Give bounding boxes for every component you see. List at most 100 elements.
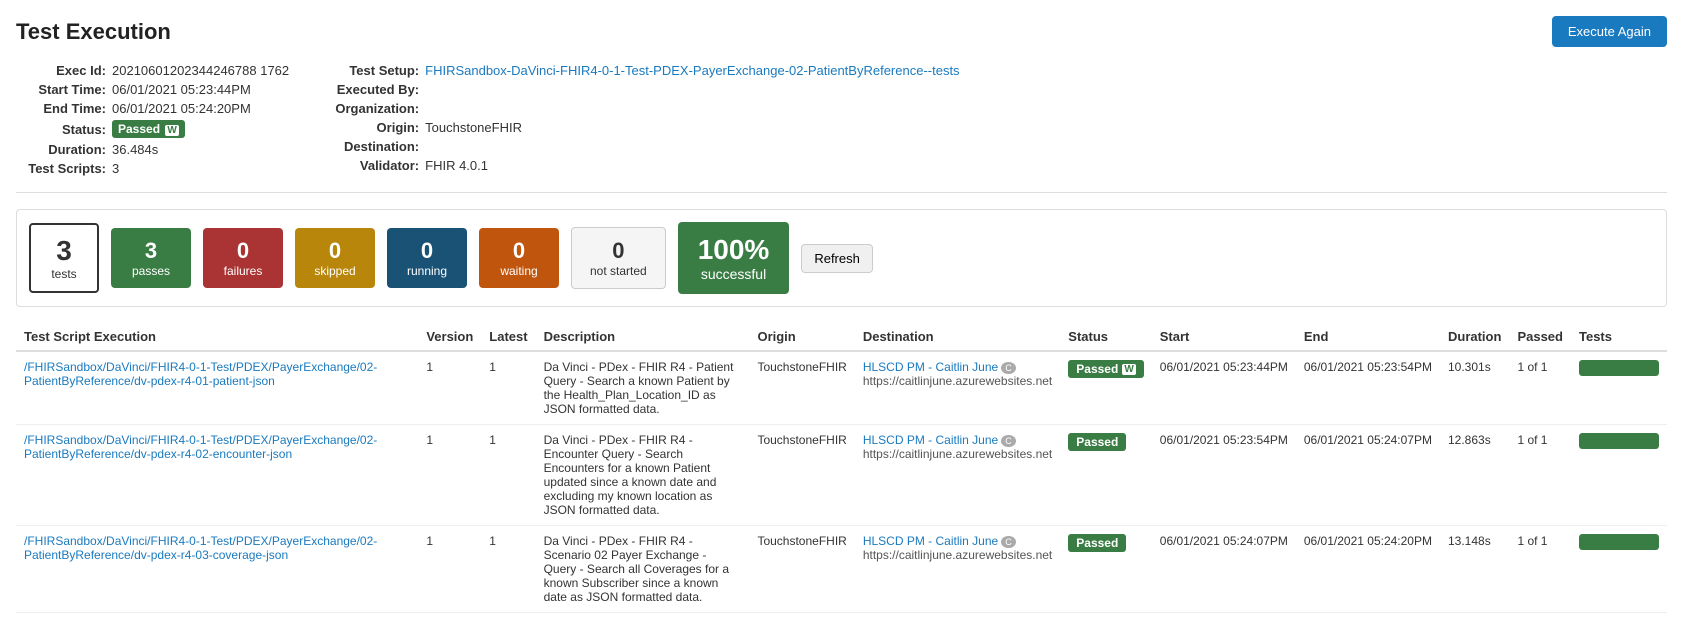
execute-again-button[interactable]: Execute Again [1552, 16, 1667, 47]
organization-label: Organization: [329, 101, 419, 116]
cell-origin: TouchstoneFHIR [749, 425, 854, 526]
cell-origin: TouchstoneFHIR [749, 526, 854, 613]
col-version: Version [418, 323, 481, 351]
progress-bar-fill [1579, 534, 1659, 550]
col-passed: Passed [1509, 323, 1571, 351]
organization-row: Organization: [329, 101, 959, 116]
meta-right: Test Setup: FHIRSandbox-DaVinci-FHIR4-0-… [329, 63, 959, 176]
cell-status: Passed W [1060, 351, 1151, 425]
col-script: Test Script Execution [16, 323, 418, 351]
page-header: Test Execution Execute Again [16, 16, 1667, 47]
start-time-row: Start Time: 06/01/2021 05:23:44PM [16, 82, 289, 97]
running-box: 0 running [387, 228, 467, 288]
progress-bar-container [1579, 360, 1659, 376]
c-badge: C [1001, 435, 1016, 447]
start-time-value: 06/01/2021 05:23:44PM [112, 82, 251, 97]
cell-passed: 1 of 1 [1509, 351, 1571, 425]
total-tests-label: tests [51, 267, 76, 281]
skipped-label: skipped [314, 264, 355, 278]
cell-tests [1571, 351, 1667, 425]
duration-label: Duration: [16, 142, 106, 157]
skipped-number: 0 [329, 238, 341, 264]
cell-destination: HLSCD PM - Caitlin JuneChttps://caitlinj… [855, 526, 1060, 613]
waiting-box: 0 waiting [479, 228, 559, 288]
cell-version: 1 [418, 351, 481, 425]
destination-url: https://caitlinjune.azurewebsites.net [863, 548, 1052, 562]
destination-url: https://caitlinjune.azurewebsites.net [863, 374, 1052, 388]
passes-box: 3 passes [111, 228, 191, 288]
cell-start: 06/01/2021 05:23:44PM [1152, 351, 1296, 425]
col-tests: Tests [1571, 323, 1667, 351]
cell-description: Da Vinci - PDex - FHIR R4 - Scenario 02 … [536, 526, 750, 613]
not-started-number: 0 [612, 238, 624, 264]
script-link[interactable]: /FHIRSandbox/DaVinci/FHIR4-0-1-Test/PDEX… [24, 433, 377, 461]
cell-status: Passed [1060, 526, 1151, 613]
start-time-label: Start Time: [16, 82, 106, 97]
not-started-box: 0 not started [571, 227, 666, 289]
cell-duration: 12.863s [1440, 425, 1509, 526]
cell-destination: HLSCD PM - Caitlin JuneChttps://caitlinj… [855, 425, 1060, 526]
cell-version: 1 [418, 425, 481, 526]
origin-row: Origin: TouchstoneFHIR [329, 120, 959, 135]
test-setup-label: Test Setup: [329, 63, 419, 78]
cell-script: /FHIRSandbox/DaVinci/FHIR4-0-1-Test/PDEX… [16, 526, 418, 613]
col-duration: Duration [1440, 323, 1509, 351]
destination-url: https://caitlinjune.azurewebsites.net [863, 447, 1052, 461]
running-label: running [407, 264, 447, 278]
table-row: /FHIRSandbox/DaVinci/FHIR4-0-1-Test/PDEX… [16, 351, 1667, 425]
col-start: Start [1152, 323, 1296, 351]
end-time-label: End Time: [16, 101, 106, 116]
c-badge: C [1001, 536, 1016, 548]
test-scripts-row: Test Scripts: 3 [16, 161, 289, 176]
test-setup-row: Test Setup: FHIRSandbox-DaVinci-FHIR4-0-… [329, 63, 959, 78]
cell-latest: 1 [481, 351, 535, 425]
cell-destination: HLSCD PM - Caitlin JuneChttps://caitlinj… [855, 351, 1060, 425]
duration-row: Duration: 36.484s [16, 142, 289, 157]
failures-label: failures [224, 264, 263, 278]
test-setup-link[interactable]: FHIRSandbox-DaVinci-FHIR4-0-1-Test-PDEX-… [425, 63, 959, 78]
cell-duration: 10.301s [1440, 351, 1509, 425]
destination-row: Destination: [329, 139, 959, 154]
total-tests-number: 3 [56, 235, 72, 267]
end-time-value: 06/01/2021 05:24:20PM [112, 101, 251, 116]
origin-value: TouchstoneFHIR [425, 120, 522, 135]
status-label: Status: [16, 122, 106, 137]
cell-latest: 1 [481, 425, 535, 526]
table-header-row: Test Script Execution Version Latest Des… [16, 323, 1667, 351]
col-end: End [1296, 323, 1440, 351]
duration-value: 36.484s [112, 142, 158, 157]
status-badge: Passed W [1068, 360, 1143, 378]
status-badge: Passed [1068, 433, 1126, 451]
destination-link[interactable]: HLSCD PM - Caitlin JuneC [863, 534, 1016, 548]
cell-version: 1 [418, 526, 481, 613]
destination-label: Destination: [329, 139, 419, 154]
exec-id-label: Exec Id: [16, 63, 106, 78]
success-box: 100% successful [678, 222, 790, 294]
success-label: successful [698, 266, 770, 282]
cell-script: /FHIRSandbox/DaVinci/FHIR4-0-1-Test/PDEX… [16, 425, 418, 526]
executed-by-label: Executed By: [329, 82, 419, 97]
origin-label: Origin: [329, 120, 419, 135]
progress-bar-container [1579, 433, 1659, 449]
cell-start: 06/01/2021 05:24:07PM [1152, 526, 1296, 613]
progress-bar-fill [1579, 360, 1659, 376]
table-row: /FHIRSandbox/DaVinci/FHIR4-0-1-Test/PDEX… [16, 526, 1667, 613]
status-row: Status: Passed W [16, 120, 289, 138]
status-badge: Passed [1068, 534, 1126, 552]
executed-by-row: Executed By: [329, 82, 959, 97]
cell-origin: TouchstoneFHIR [749, 351, 854, 425]
page-title: Test Execution [16, 19, 171, 45]
script-link[interactable]: /FHIRSandbox/DaVinci/FHIR4-0-1-Test/PDEX… [24, 360, 377, 388]
cell-duration: 13.148s [1440, 526, 1509, 613]
w-badge: W [1122, 364, 1135, 375]
script-link[interactable]: /FHIRSandbox/DaVinci/FHIR4-0-1-Test/PDEX… [24, 534, 377, 562]
col-description: Description [536, 323, 750, 351]
destination-link[interactable]: HLSCD PM - Caitlin JuneC [863, 433, 1016, 447]
success-pct: 100% [698, 234, 770, 266]
refresh-button[interactable]: Refresh [801, 244, 873, 273]
destination-link[interactable]: HLSCD PM - Caitlin JuneC [863, 360, 1016, 374]
results-table: Test Script Execution Version Latest Des… [16, 323, 1667, 613]
waiting-number: 0 [513, 238, 525, 264]
meta-left: Exec Id: 20210601202344246788 1762 Start… [16, 63, 289, 176]
cell-latest: 1 [481, 526, 535, 613]
